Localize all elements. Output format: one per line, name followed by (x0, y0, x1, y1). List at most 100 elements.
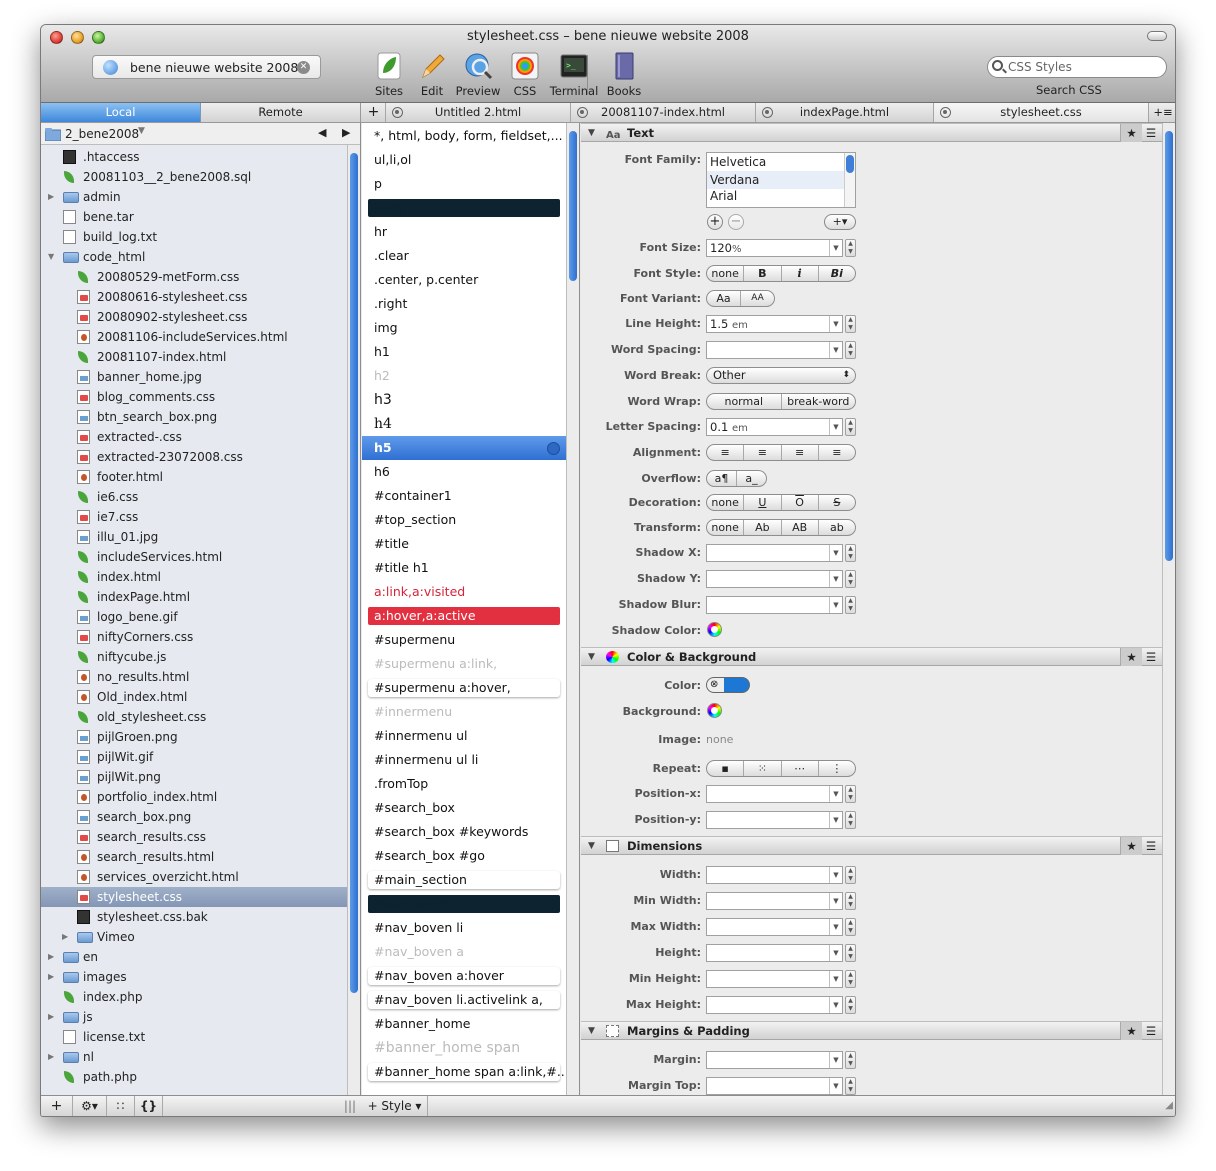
shadow-blur-stepper[interactable]: ▲ ▼ (845, 596, 856, 614)
position-y-stepper[interactable]: ▲ ▼ (845, 811, 856, 829)
file-row[interactable]: search_box.png (41, 807, 347, 827)
chevron-down-icon[interactable]: ▼ (829, 786, 842, 802)
disclosure-triangle-icon[interactable]: ▼ (588, 1022, 595, 1040)
close-tab-icon[interactable] (762, 107, 773, 118)
menu-icon[interactable]: ☰ (1143, 648, 1159, 666)
repeat-y-icon[interactable]: ⋮ (819, 761, 855, 776)
margin-top-stepper[interactable]: ▲ ▼ (845, 1077, 856, 1095)
selector-item[interactable]: #main_section (362, 868, 566, 892)
toolbar-toggle-button[interactable] (1147, 31, 1167, 41)
min-height-stepper[interactable]: ▲ ▼ (845, 970, 856, 988)
close-tab-icon[interactable] (940, 107, 951, 118)
selector-item[interactable]: #title h1 (362, 556, 566, 580)
chevron-down-icon[interactable]: ▼ (829, 1052, 842, 1068)
chevron-down-icon[interactable]: ▼ (829, 867, 842, 883)
selector-item[interactable]: #container1 (362, 484, 566, 508)
selector-item[interactable]: #supermenu a:hover, (362, 676, 566, 700)
font-options-button[interactable]: +▾ (824, 214, 856, 230)
selector-item[interactable]: #supermenu (362, 628, 566, 652)
file-row[interactable]: build_log.txt (41, 227, 347, 247)
selector-item[interactable]: h2 (362, 364, 566, 388)
menu-icon[interactable]: ☰ (1143, 1022, 1159, 1040)
max-height-field[interactable]: ▼ (706, 996, 843, 1014)
disclosure-triangle-icon[interactable]: ▼ (588, 837, 595, 855)
new-tab-button[interactable]: + (362, 103, 386, 122)
file-row[interactable]: ▶ js (41, 1007, 347, 1027)
file-row[interactable]: footer.html (41, 467, 347, 487)
file-row[interactable]: logo_bene.gif (41, 607, 347, 627)
decoration-segmented[interactable]: none U O S (706, 494, 856, 511)
file-row[interactable]: pijlWit.png (41, 767, 347, 787)
section-dimensions-header[interactable]: ▼ Dimensions ★ ☰ (581, 836, 1162, 855)
tab-remote[interactable]: Remote (201, 103, 361, 122)
add-font-button[interactable]: + (707, 214, 723, 230)
chevron-down-icon[interactable]: ▼ (829, 316, 842, 332)
file-row[interactable]: no_results.html (41, 667, 347, 687)
selector-item[interactable]: hr (362, 220, 566, 244)
chevron-down-icon[interactable]: ▼ (829, 342, 842, 358)
menu-icon[interactable]: ☰ (1143, 124, 1159, 142)
selector-item[interactable]: h1 (362, 340, 566, 364)
font-item[interactable]: Verdana (707, 171, 855, 189)
inspector-scrollbar[interactable] (1162, 123, 1175, 1095)
css-search-field[interactable]: CSS Styles (987, 56, 1167, 78)
font-list-scrollbar[interactable] (844, 153, 855, 207)
selector-item[interactable]: #supermenu a:link, (362, 652, 566, 676)
selector-item[interactable]: h5 (362, 436, 566, 460)
transform-segmented[interactable]: none Ab AB ab (706, 519, 856, 536)
font-size-stepper[interactable]: ▲ ▼ (845, 239, 856, 257)
selector-item[interactable]: h3 (362, 388, 566, 412)
letter-spacing-stepper[interactable]: ▲ ▼ (845, 418, 856, 436)
transform-uppercase[interactable]: AB (782, 520, 819, 535)
tab-indexpage[interactable]: indexPage.html (756, 103, 934, 122)
tab-20081107-index[interactable]: 20081107-index.html (571, 103, 756, 122)
selector-item[interactable]: #top_section (362, 508, 566, 532)
selector-item[interactable]: img (362, 316, 566, 340)
word-wrap-break-word[interactable]: break-word (782, 394, 856, 409)
books-button[interactable]: Books (598, 51, 650, 98)
tab-stylesheet[interactable]: stylesheet.css (934, 103, 1149, 122)
align-center-icon[interactable]: ≡ (782, 445, 819, 460)
file-row[interactable]: ie7.css (41, 507, 347, 527)
file-row[interactable]: ▶ nl (41, 1047, 347, 1067)
transform-capitalize[interactable]: Ab (744, 520, 782, 535)
gear-icon[interactable]: ⚙▾ (73, 1096, 107, 1116)
selector-item[interactable]: #banner_home span a:link,#... (362, 1060, 566, 1084)
selector-item[interactable]: a:hover,a:active (362, 604, 566, 628)
edit-button[interactable]: Edit (406, 51, 458, 98)
window-resize-grip-icon[interactable]: ◢ (1165, 1100, 1173, 1111)
word-spacing-field[interactable]: ▼ (706, 341, 843, 359)
overflow-segmented[interactable]: a¶ a_ (706, 470, 767, 487)
file-row[interactable]: services_overzicht.html (41, 867, 347, 887)
font-style-bold[interactable]: B (744, 266, 782, 281)
repeat-both-icon[interactable]: ⁙ (744, 761, 782, 776)
selector-item[interactable]: #search_box #go (362, 844, 566, 868)
chevron-down-icon[interactable]: ▼ (829, 919, 842, 935)
image-value[interactable]: none (706, 733, 733, 746)
selector-item[interactable]: body (362, 196, 566, 220)
file-row[interactable]: license.txt (41, 1027, 347, 1047)
line-height-stepper[interactable]: ▲ ▼ (845, 315, 856, 333)
star-icon[interactable]: ★ (1120, 837, 1142, 855)
transform-lowercase[interactable]: ab (819, 520, 855, 535)
repeat-none-icon[interactable]: ▪ (707, 761, 745, 776)
chevron-down-icon[interactable]: ▼ (829, 419, 842, 435)
code-braces-icon[interactable]: {} (135, 1096, 163, 1116)
file-row[interactable]: search_results.html (41, 847, 347, 867)
star-icon[interactable]: ★ (1120, 648, 1142, 666)
font-style-none[interactable]: none (707, 266, 745, 281)
selector-item[interactable]: #nav_boven li (362, 916, 566, 940)
selector-scrollbar[interactable] (566, 123, 579, 1095)
min-height-field[interactable]: ▼ (706, 970, 843, 988)
shadow-x-stepper[interactable]: ▲ ▼ (845, 544, 856, 562)
file-row[interactable]: old_stylesheet.css (41, 707, 347, 727)
file-row[interactable]: extracted-23072008.css (41, 447, 347, 467)
width-field[interactable]: ▼ (706, 866, 843, 884)
selector-item[interactable]: #title (362, 532, 566, 556)
disclosure-triangle-icon[interactable]: ▼ (588, 648, 595, 666)
file-row[interactable]: 20081106-includeServices.html (41, 327, 347, 347)
chevron-down-icon[interactable]: ▼ (829, 597, 842, 613)
star-icon[interactable]: ★ (1120, 1022, 1142, 1040)
selector-item[interactable]: #nav_boven a:hover (362, 964, 566, 988)
chevron-down-icon[interactable]: ▼ (829, 971, 842, 987)
